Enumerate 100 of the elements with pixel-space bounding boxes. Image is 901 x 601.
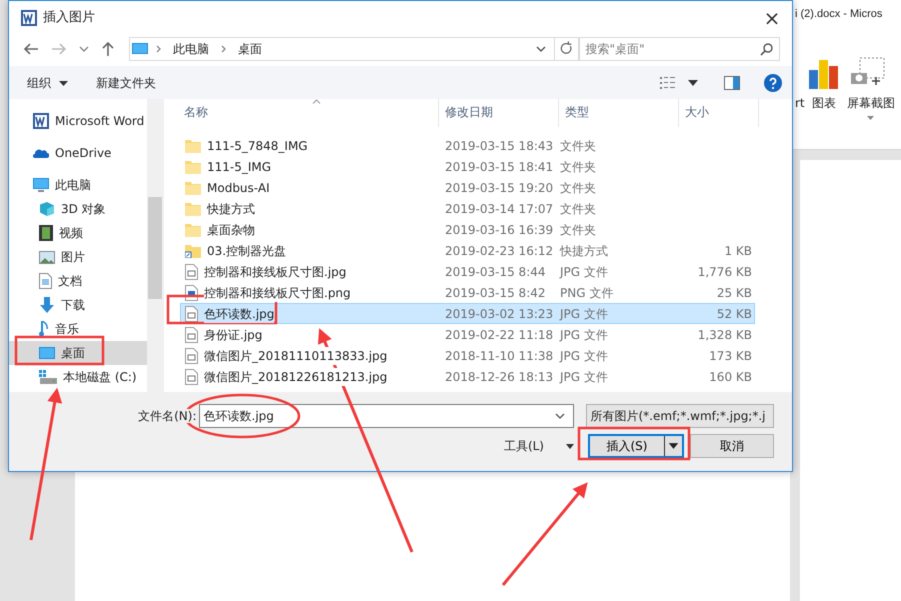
file-row[interactable]: 03.控制器光盘 2019-02-23 16:12 快捷方式 1 KB [180,240,755,261]
image-file-icon [185,348,198,364]
file-row[interactable]: 微信图片_20181226181213.jpg 2018-12-26 18:13 JPG 文件 160 KB [180,366,755,387]
file-date: 2019-03-02 13:23 [444,306,554,322]
address-bar[interactable]: 此电脑 桌面 [128,37,579,61]
file-type: JPG 文件 [560,368,609,386]
sidebar-item[interactable]: 此电脑 [9,173,148,197]
chevron-right-icon [156,45,161,53]
file-row[interactable]: 控制器和接线板尺寸图.jpg 2019-03-15 8:44 JPG 文件 1,776 KB [180,261,755,282]
chart-icon [808,58,840,90]
search-field[interactable]: 搜索"桌面" [578,37,780,61]
file-row[interactable]: 快捷方式 2019-03-14 17:07 文件夹 [180,198,755,219]
file-type: 文件夹 [560,158,597,176]
folder-icon [185,222,201,236]
column-header[interactable]: 名称 [164,99,439,127]
music-note-icon [39,321,49,337]
help-icon[interactable] [764,74,782,92]
file-type: JPG 文件 [560,348,609,364]
file-row[interactable]: 控制器和接线板尺寸图.png 2019-03-15 8:42 PNG 文件 25 KB [180,282,755,303]
file-row[interactable]: 微信图片_20181110113833.jpg 2018-11-10 11:38 JPG 文件 173 KB [180,345,755,366]
caret-icon [566,444,574,448]
file-date: 2019-02-22 11:18 [444,326,554,344]
ribbon-label[interactable]: 屏幕截图 [847,94,895,112]
column-header[interactable]: 类型 [559,99,679,127]
file-row[interactable]: 色环读数.jpg 2019-03-02 13:23 JPG 文件 52 KB [180,303,755,324]
chevron-down-icon[interactable] [554,412,564,420]
sidebar-item[interactable]: 下载 [9,293,148,317]
file-date: 2018-12-26 18:13 [444,368,554,386]
sidebar-item[interactable]: 桌面 [9,341,148,365]
file-date: 2019-03-15 18:41 [444,158,554,176]
file-size: 1 KB [723,242,753,260]
insert-button[interactable]: 插入(S) [588,434,684,458]
folder-icon [185,160,201,174]
picture-icon [39,250,55,264]
document-icon [39,273,52,289]
sidebar-item[interactable]: 视频 [9,221,148,245]
view-icon[interactable] [660,76,676,90]
image-file-icon [185,306,198,322]
file-type: 文件夹 [560,180,597,196]
caret-icon [59,80,68,86]
ribbon-label[interactable]: rt [795,94,805,112]
word-icon [33,113,49,129]
up-icon[interactable] [100,41,115,57]
sidebar-item[interactable]: 本地磁盘 (C:) [9,365,148,389]
image-file-icon [185,326,198,342]
file-type: JPG 文件 [560,326,609,344]
file-date: 2019-03-15 8:42 [444,284,546,302]
file-row[interactable]: 111-5_7848_IMG 2019-03-15 18:43 文件夹 [180,135,755,156]
filename-field[interactable]: 色环读数.jpg [198,404,574,428]
image-file-icon [185,264,198,280]
file-row[interactable]: Modbus-AI 2019-03-15 19:20 文件夹 [180,177,755,198]
search-icon [760,42,773,56]
window-title: i (2).docx - Micros [795,7,882,22]
ribbon-label[interactable]: 图表 [812,94,836,112]
chevron-down-icon[interactable] [536,45,546,53]
file-type: 快捷方式 [560,242,609,260]
folder-icon [185,138,201,152]
back-icon[interactable] [23,42,39,56]
sidebar-item[interactable]: OneDrive [9,141,148,165]
file-row[interactable]: 111-5_IMG 2019-03-15 18:41 文件夹 [180,156,755,177]
cloud-icon [33,148,49,158]
file-date: 2019-03-15 18:43 [444,138,554,154]
shortcut-icon [185,244,201,258]
file-row[interactable]: 桌面杂物 2019-03-16 16:39 文件夹 [180,219,755,240]
chevron-down-icon[interactable] [78,45,89,53]
sort-icon [312,99,321,104]
caret-icon[interactable] [688,80,698,86]
file-type: 文件夹 [560,138,597,154]
file-row[interactable]: 身份证.jpg 2019-02-22 11:18 JPG 文件 1,328 KB [180,324,755,345]
caret-icon [867,116,874,120]
preview-pane-icon[interactable] [724,76,740,90]
sidebar-item[interactable]: 3D 对象 [9,197,148,221]
file-date: 2018-11-10 11:38 [444,348,554,364]
monitor-icon [132,43,148,55]
close-button[interactable]: × [752,2,792,32]
drive-icon [39,370,57,384]
dialog-title: 插入图片 [43,8,95,27]
toolbar-button[interactable]: 组织 [27,74,68,92]
cube-icon [39,201,55,217]
sidebar-item[interactable]: Microsoft Word [9,109,148,133]
sidebar-item[interactable]: 音乐 [9,317,148,341]
toolbar-button[interactable]: 新建文件夹 [96,74,156,92]
file-type: JPG 文件 [560,306,609,322]
breadcrumb-item[interactable]: 桌面 [234,40,266,58]
file-type: 文件夹 [560,200,597,218]
file-type: PNG 文件 [560,284,614,302]
column-header[interactable]: 修改日期 [439,99,559,127]
scrollbar[interactable] [147,99,163,392]
file-date: 2019-03-15 8:44 [444,264,546,280]
breadcrumb-item[interactable]: 此电脑 [168,40,213,58]
monitor-icon [39,347,55,359]
sidebar-item[interactable]: 文档 [9,269,148,293]
tools-button[interactable]: 工具(L) [504,437,574,455]
column-header[interactable]: 大小 [679,99,759,127]
file-size: 160 KB [708,368,753,386]
file-size: 1,776 KB [696,264,753,280]
file-type-dropdown[interactable]: 所有图片(*.emf;*.wmf;*.jpg;*.j [586,404,774,428]
sidebar-item[interactable]: 图片 [9,245,148,269]
cancel-button[interactable]: 取消 [690,434,774,458]
word-icon [21,10,37,26]
